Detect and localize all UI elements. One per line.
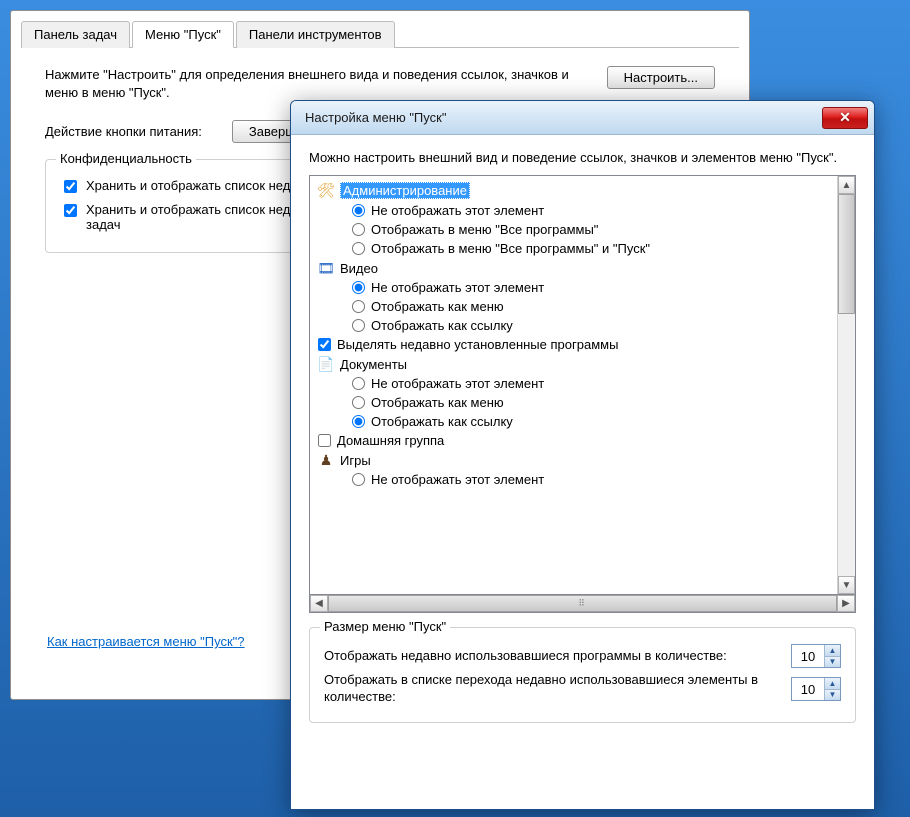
- options-tree: 🛠 Администрирование Не отображать этот э…: [309, 175, 856, 595]
- scroll-thumb[interactable]: [838, 194, 855, 314]
- spinner-up-icon[interactable]: ▲: [825, 645, 840, 657]
- radio-input[interactable]: [352, 300, 365, 313]
- radio-label: Не отображать этот элемент: [371, 472, 544, 487]
- radio-input[interactable]: [352, 377, 365, 390]
- tree-option[interactable]: Не отображать этот элемент: [312, 374, 835, 393]
- titlebar: Настройка меню "Пуск" ✕: [291, 101, 874, 135]
- tab-bar: Панель задач Меню "Пуск" Панели инструме…: [21, 21, 739, 48]
- tree-group-games[interactable]: ♟ Игры: [312, 450, 835, 470]
- recent-programs-input[interactable]: [792, 645, 824, 667]
- radio-input[interactable]: [352, 204, 365, 217]
- radio-label: Отображать как меню: [371, 299, 504, 314]
- tree-option[interactable]: Не отображать этот элемент: [312, 470, 835, 489]
- tree-group-documents-label: Документы: [340, 357, 407, 372]
- tab-start-menu[interactable]: Меню "Пуск": [132, 21, 234, 48]
- tree-option[interactable]: Отображать в меню "Все программы" и "Пус…: [312, 239, 835, 258]
- tree-group-admin[interactable]: 🛠 Администрирование: [312, 180, 835, 201]
- recent-programs-count-label: Отображать недавно использовавшиеся прог…: [324, 648, 771, 665]
- games-icon: ♟: [318, 452, 334, 468]
- customize-description: Нажмите "Настроить" для определения внеш…: [45, 66, 587, 102]
- radio-input[interactable]: [352, 281, 365, 294]
- tree-option[interactable]: Отображать как меню: [312, 297, 835, 316]
- tree-check-homegroup[interactable]: Домашняя группа: [312, 431, 835, 450]
- spinner-down-icon[interactable]: ▼: [825, 690, 840, 701]
- tree-group-video[interactable]: 🎞 Видео: [312, 258, 835, 278]
- tree-option[interactable]: Отображать как ссылку: [312, 316, 835, 335]
- spinner-up-icon[interactable]: ▲: [825, 678, 840, 690]
- radio-input[interactable]: [352, 319, 365, 332]
- privacy-legend: Конфиденциальность: [56, 151, 196, 166]
- radio-input[interactable]: [352, 415, 365, 428]
- scroll-right-arrow[interactable]: ▶: [837, 595, 855, 612]
- spinner-down-icon[interactable]: ▼: [825, 657, 840, 668]
- tree-group-admin-label: Администрирование: [340, 182, 470, 199]
- horizontal-scrollbar[interactable]: ◀ ⠿ ▶: [309, 595, 856, 613]
- radio-input[interactable]: [352, 242, 365, 255]
- tab-taskbar[interactable]: Панель задач: [21, 21, 130, 48]
- tree-option[interactable]: Не отображать этот элемент: [312, 201, 835, 220]
- instruction-text: Можно настроить внешний вид и поведение …: [309, 149, 856, 167]
- recent-programs-spinner[interactable]: ▲ ▼: [791, 644, 841, 668]
- radio-input[interactable]: [352, 473, 365, 486]
- checkbox-input[interactable]: [318, 434, 331, 447]
- options-tree-content[interactable]: 🛠 Администрирование Не отображать этот э…: [310, 176, 837, 594]
- scroll-down-arrow[interactable]: ▼: [838, 576, 855, 594]
- scroll-thumb-h[interactable]: ⠿: [328, 595, 837, 612]
- tree-option[interactable]: Отображать как меню: [312, 393, 835, 412]
- tree-group-documents[interactable]: 📄 Документы: [312, 354, 835, 374]
- video-icon: 🎞: [318, 260, 334, 276]
- privacy-check-programs-box[interactable]: [64, 180, 77, 193]
- customize-start-menu-dialog: Настройка меню "Пуск" ✕ Можно настроить …: [290, 100, 875, 810]
- radio-label: Отображать как меню: [371, 395, 504, 410]
- tree-option[interactable]: Не отображать этот элемент: [312, 278, 835, 297]
- radio-label: Отображать в меню "Все программы": [371, 222, 598, 237]
- checkbox-label: Выделять недавно установленные программы: [337, 337, 618, 352]
- tree-group-games-label: Игры: [340, 453, 371, 468]
- checkbox-input[interactable]: [318, 338, 331, 351]
- radio-label: Не отображать этот элемент: [371, 376, 544, 391]
- jumplist-items-spinner[interactable]: ▲ ▼: [791, 677, 841, 701]
- tab-toolbars[interactable]: Панели инструментов: [236, 21, 395, 48]
- close-button[interactable]: ✕: [822, 107, 868, 129]
- help-link[interactable]: Как настраивается меню "Пуск"?: [47, 634, 245, 649]
- checkbox-label: Домашняя группа: [337, 433, 444, 448]
- scroll-left-arrow[interactable]: ◀: [310, 595, 328, 612]
- tree-option[interactable]: Отображать как ссылку: [312, 412, 835, 431]
- size-legend: Размер меню "Пуск": [320, 619, 450, 634]
- dialog-body: Можно настроить внешний вид и поведение …: [291, 135, 874, 737]
- customize-button[interactable]: Настроить...: [607, 66, 715, 89]
- tree-group-video-label: Видео: [340, 261, 378, 276]
- radio-label: Отображать в меню "Все программы" и "Пус…: [371, 241, 650, 256]
- radio-input[interactable]: [352, 223, 365, 236]
- privacy-check-items-box[interactable]: [64, 204, 77, 217]
- radio-label: Отображать как ссылку: [371, 318, 513, 333]
- power-action-label: Действие кнопки питания:: [45, 124, 202, 139]
- radio-label: Не отображать этот элемент: [371, 203, 544, 218]
- start-menu-size-fieldset: Размер меню "Пуск" Отображать недавно ис…: [309, 627, 856, 723]
- vertical-scrollbar[interactable]: ▲ ▼: [837, 176, 855, 594]
- close-icon: ✕: [839, 109, 851, 126]
- tree-option[interactable]: Отображать в меню "Все программы": [312, 220, 835, 239]
- admin-icon: 🛠: [318, 183, 334, 199]
- radio-label: Отображать как ссылку: [371, 414, 513, 429]
- radio-label: Не отображать этот элемент: [371, 280, 544, 295]
- tree-check-highlight-new[interactable]: Выделять недавно установленные программы: [312, 335, 835, 354]
- dialog-title: Настройка меню "Пуск": [305, 110, 446, 125]
- document-icon: 📄: [318, 356, 334, 372]
- jumplist-items-count-label: Отображать в списке перехода недавно исп…: [324, 672, 771, 706]
- jumplist-items-input[interactable]: [792, 678, 824, 700]
- scroll-track[interactable]: [838, 314, 855, 576]
- radio-input[interactable]: [352, 396, 365, 409]
- scroll-up-arrow[interactable]: ▲: [838, 176, 855, 194]
